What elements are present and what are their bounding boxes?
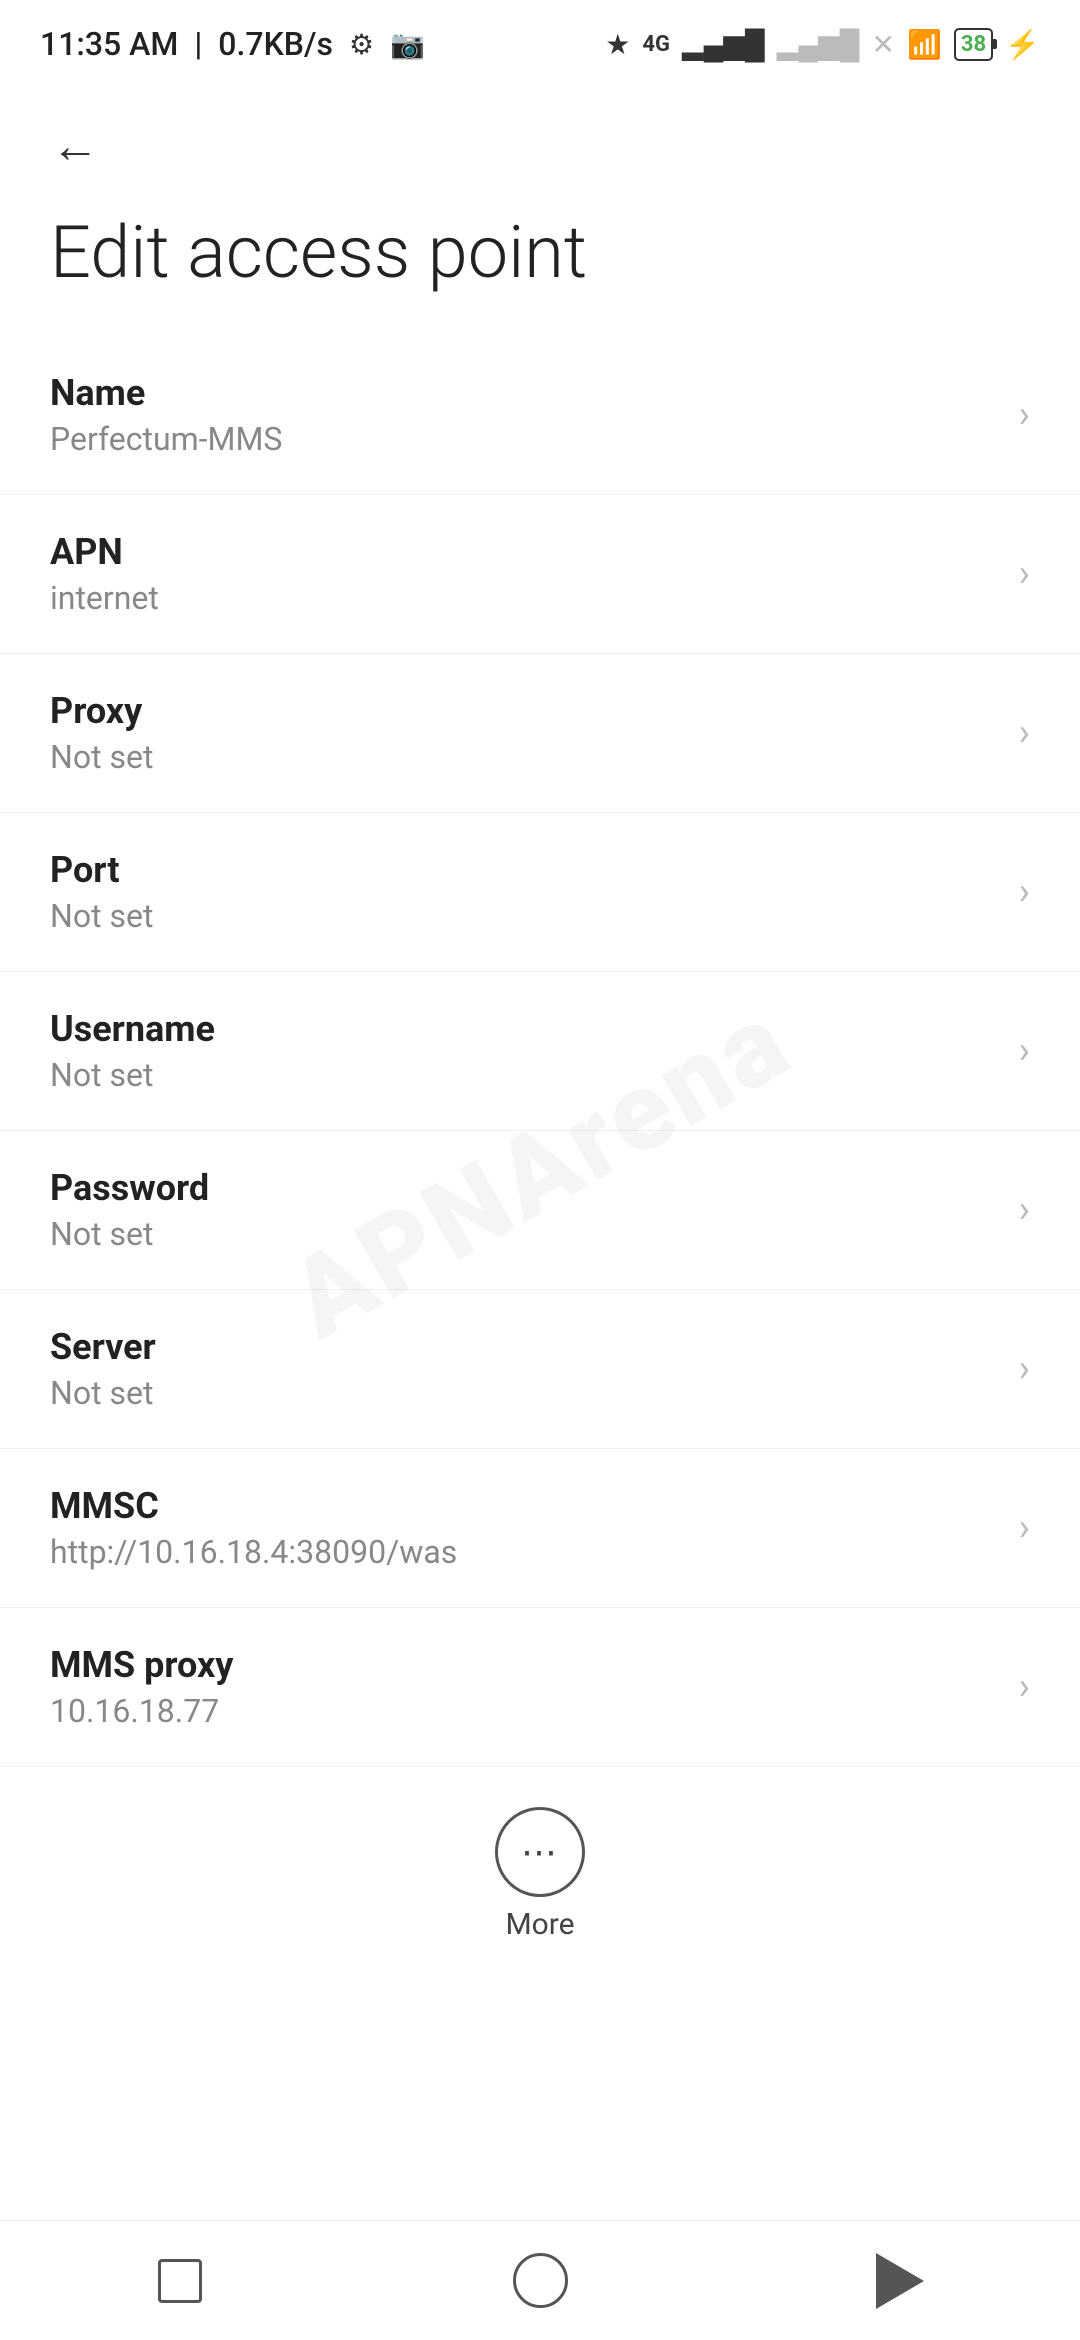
- chevron-right-icon: ›: [1019, 393, 1030, 437]
- status-bar: 11:35 AM | 0.7KB/s ⚙ 📷 ★ 4G ▂▄▆█ ▂▄▆█ ✕ …: [0, 0, 1080, 80]
- chevron-right-icon: ›: [1019, 1665, 1030, 1709]
- settings-item-mmsc[interactable]: MMSC http://10.16.18.4:38090/was ›: [0, 1449, 1080, 1608]
- chevron-right-icon: ›: [1019, 711, 1030, 755]
- chevron-right-icon: ›: [1019, 1188, 1030, 1232]
- item-text: MMS proxy 10.16.18.77: [50, 1644, 999, 1730]
- item-value: Not set: [50, 897, 999, 935]
- back-arrow-icon: ←: [51, 117, 99, 174]
- item-label: MMS proxy: [50, 1644, 999, 1686]
- page-title: Edit access point: [0, 190, 1080, 336]
- back-nav-icon: [876, 2253, 924, 2309]
- bottom-nav: [0, 2220, 1080, 2340]
- item-value: http://10.16.18.4:38090/was: [50, 1533, 999, 1571]
- settings-item-password[interactable]: Password Not set ›: [0, 1131, 1080, 1290]
- recents-button[interactable]: [135, 2236, 225, 2326]
- signal-bars-2-icon: ▂▄▆█: [777, 28, 860, 61]
- signal-4g-icon: 4G: [642, 32, 670, 57]
- more-circle-icon: ⋯: [495, 1807, 585, 1897]
- settings-item-mms-proxy[interactable]: MMS proxy 10.16.18.77 ›: [0, 1608, 1080, 1767]
- camera-icon: 📷: [390, 28, 425, 61]
- more-label: More: [505, 1907, 574, 1942]
- item-text: Port Not set: [50, 849, 999, 935]
- settings-item-port[interactable]: Port Not set ›: [0, 813, 1080, 972]
- chevron-right-icon: ›: [1019, 552, 1030, 596]
- home-button[interactable]: [495, 2236, 585, 2326]
- item-text: MMSC http://10.16.18.4:38090/was: [50, 1485, 999, 1571]
- item-text: Name Perfectum-MMS: [50, 372, 999, 458]
- bottom-spacer: [0, 1972, 1080, 2112]
- item-value: Not set: [50, 738, 999, 776]
- item-text: APN internet: [50, 531, 999, 617]
- settings-item-server[interactable]: Server Not set ›: [0, 1290, 1080, 1449]
- chevron-right-icon: ›: [1019, 1506, 1030, 1550]
- status-left: 11:35 AM | 0.7KB/s ⚙ 📷: [40, 25, 425, 63]
- top-nav: ←: [0, 80, 1080, 190]
- item-value: Not set: [50, 1374, 999, 1412]
- item-label: Server: [50, 1326, 999, 1368]
- settings-item-proxy[interactable]: Proxy Not set ›: [0, 654, 1080, 813]
- signal-bars-icon: ▂▄▆█: [682, 28, 765, 61]
- back-button[interactable]: ←: [40, 110, 110, 180]
- item-value: Perfectum-MMS: [50, 420, 999, 458]
- home-icon: [513, 2253, 568, 2308]
- charging-icon: ⚡: [1005, 28, 1040, 61]
- item-value: internet: [50, 579, 999, 617]
- recents-icon: [158, 2259, 202, 2303]
- chevron-right-icon: ›: [1019, 870, 1030, 914]
- item-value: Not set: [50, 1056, 999, 1094]
- settings-icon: ⚙: [349, 28, 374, 61]
- item-text: Server Not set: [50, 1326, 999, 1412]
- separator: |: [194, 25, 202, 63]
- back-nav-button[interactable]: [855, 2236, 945, 2326]
- item-value: 10.16.18.77: [50, 1692, 999, 1730]
- item-label: APN: [50, 531, 999, 573]
- item-label: Name: [50, 372, 999, 414]
- settings-list: Name Perfectum-MMS › APN internet › Proxy Not s…: [0, 336, 1080, 1767]
- network-speed: 0.7KB/s: [218, 25, 333, 63]
- item-label: Port: [50, 849, 999, 891]
- item-value: Not set: [50, 1215, 999, 1253]
- settings-item-apn[interactable]: APN internet ›: [0, 495, 1080, 654]
- more-dots-icon: ⋯: [521, 1834, 559, 1870]
- chevron-right-icon: ›: [1019, 1029, 1030, 1073]
- time: 11:35 AM: [40, 25, 178, 63]
- wifi-icon: 📶: [907, 28, 942, 61]
- item-text: Proxy Not set: [50, 690, 999, 776]
- item-text: Password Not set: [50, 1167, 999, 1253]
- item-text: Username Not set: [50, 1008, 999, 1094]
- item-label: MMSC: [50, 1485, 999, 1527]
- item-label: Username: [50, 1008, 999, 1050]
- more-button[interactable]: ⋯ More: [0, 1767, 1080, 1972]
- chevron-right-icon: ›: [1019, 1347, 1030, 1391]
- battery-level: 38: [961, 32, 986, 57]
- status-right: ★ 4G ▂▄▆█ ▂▄▆█ ✕ 📶 38 ⚡: [605, 28, 1040, 61]
- signal-x-icon: ✕: [872, 28, 895, 61]
- item-label: Password: [50, 1167, 999, 1209]
- item-label: Proxy: [50, 690, 999, 732]
- battery-indicator: 38: [954, 28, 993, 61]
- settings-item-name[interactable]: Name Perfectum-MMS ›: [0, 336, 1080, 495]
- settings-item-username[interactable]: Username Not set ›: [0, 972, 1080, 1131]
- bluetooth-icon: ★: [605, 28, 630, 61]
